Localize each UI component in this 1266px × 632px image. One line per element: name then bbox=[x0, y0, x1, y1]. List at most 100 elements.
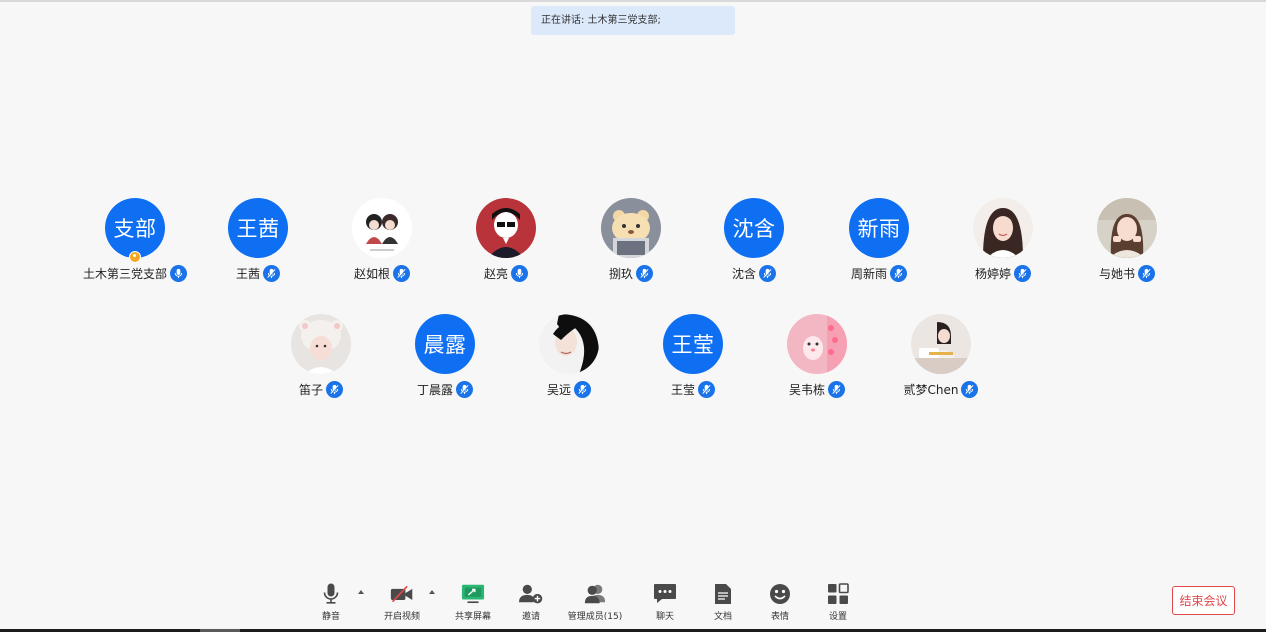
avatar-initials: 晨露 bbox=[415, 314, 475, 374]
participant-tile[interactable]: 吴韦栋 bbox=[755, 314, 879, 409]
mic-muted-icon[interactable] bbox=[1138, 264, 1155, 282]
participant-name: 吴韦栋 bbox=[788, 382, 825, 397]
participant-tile[interactable]: 沈含 沈含 bbox=[692, 198, 816, 293]
avatar-photo bbox=[539, 314, 599, 374]
participant-name: 沈含 bbox=[731, 266, 756, 281]
avatar-initials: 支部 bbox=[105, 198, 165, 258]
participant-name: 与她书 bbox=[1098, 266, 1135, 281]
participant-name-row: 丁晨露 bbox=[383, 380, 507, 398]
participant-name: 捌玖 bbox=[608, 266, 633, 281]
video-label: 开启视频 bbox=[383, 612, 420, 622]
emoji-label: 表情 bbox=[770, 612, 789, 622]
avatar-photo bbox=[911, 314, 971, 374]
mic-muted-icon[interactable] bbox=[961, 380, 979, 398]
emoji-button[interactable]: 表情 bbox=[750, 581, 810, 627]
mic-on-icon[interactable] bbox=[511, 264, 528, 282]
documents-label: 文档 bbox=[713, 612, 732, 622]
mic-muted-icon[interactable] bbox=[393, 264, 410, 282]
chat-button[interactable]: 聊天 bbox=[635, 581, 695, 627]
participant-tile[interactable]: 笛子 bbox=[259, 314, 383, 409]
mic-muted-icon[interactable] bbox=[828, 380, 845, 398]
participant-name-row: 贰梦Chen bbox=[879, 380, 1003, 398]
video-button[interactable]: 开启视频 bbox=[372, 581, 432, 627]
avatar-photo bbox=[601, 198, 661, 258]
avatar-photo bbox=[1097, 198, 1157, 258]
participant-tile[interactable]: 赵如根 bbox=[320, 198, 444, 293]
participant-name-row: 吴韦栋 bbox=[755, 380, 879, 398]
participant-name: 土木第三党支部 bbox=[82, 266, 167, 281]
mic-muted-icon[interactable] bbox=[263, 264, 280, 282]
participant-tile[interactable]: 吴远 bbox=[507, 314, 631, 409]
chat-label: 聊天 bbox=[655, 612, 674, 622]
share-screen-button[interactable]: 共享屏幕 bbox=[443, 581, 503, 627]
share-screen-label: 共享屏幕 bbox=[454, 612, 491, 622]
participant-tile[interactable]: 赵亮 bbox=[444, 198, 568, 293]
avatar-photo bbox=[291, 314, 351, 374]
settings-label: 设置 bbox=[828, 612, 847, 622]
settings-icon bbox=[826, 581, 850, 607]
mic-on-icon[interactable] bbox=[170, 264, 187, 282]
mute-button[interactable]: 静音 bbox=[301, 581, 361, 627]
members-icon bbox=[583, 581, 607, 607]
avatar-photo bbox=[973, 198, 1033, 258]
video-options-caret[interactable] bbox=[429, 590, 435, 594]
participant-name-row: 杨婷婷 bbox=[941, 264, 1065, 282]
top-border bbox=[0, 0, 1266, 2]
participant-name-row: 王茜 bbox=[196, 264, 320, 282]
manage-members-label: 管理成员(15) bbox=[567, 612, 623, 622]
microphone-icon bbox=[319, 581, 343, 607]
participant-name-row: 与她书 bbox=[1065, 264, 1189, 282]
host-badge-icon bbox=[129, 251, 141, 263]
mic-muted-icon[interactable] bbox=[890, 264, 907, 282]
participant-tile[interactable]: 王莹 王莹 bbox=[631, 314, 755, 409]
manage-members-button[interactable]: 管理成员(15) bbox=[565, 581, 625, 627]
chat-icon bbox=[653, 581, 677, 607]
participant-name: 杨婷婷 bbox=[974, 266, 1011, 281]
participant-tile[interactable]: 与她书 bbox=[1065, 198, 1189, 293]
emoji-icon bbox=[768, 581, 792, 607]
video-off-icon bbox=[390, 581, 414, 607]
add-user-icon bbox=[519, 581, 543, 607]
invite-label: 邀请 bbox=[521, 612, 540, 622]
participant-name-row: 王莹 bbox=[631, 380, 755, 398]
mic-muted-icon[interactable] bbox=[574, 380, 591, 398]
end-meeting-button[interactable]: 结束会议 bbox=[1172, 586, 1235, 615]
participant-name-row: 周新雨 bbox=[817, 264, 941, 282]
participant-name-row: 沈含 bbox=[692, 264, 816, 282]
settings-button[interactable]: 设置 bbox=[808, 581, 868, 627]
mic-muted-icon[interactable] bbox=[698, 380, 715, 398]
mic-muted-icon[interactable] bbox=[759, 264, 776, 282]
mic-muted-icon[interactable] bbox=[456, 380, 473, 398]
participant-tile[interactable]: 新雨 周新雨 bbox=[817, 198, 941, 293]
participant-name: 笛子 bbox=[298, 382, 323, 397]
avatar-photo bbox=[476, 198, 536, 258]
avatar-initials: 新雨 bbox=[849, 198, 909, 258]
document-icon bbox=[711, 581, 735, 607]
share-screen-icon bbox=[461, 581, 485, 607]
mute-options-caret[interactable] bbox=[358, 590, 364, 594]
participant-tile[interactable]: 贰梦Chen bbox=[879, 314, 1003, 409]
mic-muted-icon[interactable] bbox=[636, 264, 653, 282]
mic-muted-icon[interactable] bbox=[1014, 264, 1031, 282]
documents-button[interactable]: 文档 bbox=[693, 581, 753, 627]
participant-name: 王茜 bbox=[235, 266, 260, 281]
participant-tile[interactable]: 支部土木第三党支部 bbox=[73, 198, 197, 293]
avatar-photo bbox=[352, 198, 412, 258]
invite-button[interactable]: 邀请 bbox=[501, 581, 561, 627]
participant-tile[interactable]: 王茜 王茜 bbox=[196, 198, 320, 293]
participant-name-row: 赵如根 bbox=[320, 264, 444, 282]
participant-name: 丁晨露 bbox=[416, 382, 453, 397]
participant-name-row: 吴远 bbox=[507, 380, 631, 398]
participant-tile[interactable]: 捌玖 bbox=[569, 198, 693, 293]
mic-muted-icon[interactable] bbox=[326, 380, 343, 398]
participant-name-row: 捌玖 bbox=[569, 264, 693, 282]
mute-label: 静音 bbox=[321, 612, 340, 622]
participant-name-row: 赵亮 bbox=[444, 264, 568, 282]
participant-name: 吴远 bbox=[546, 382, 571, 397]
avatar-initials: 王莹 bbox=[663, 314, 723, 374]
participant-name-row: 笛子 bbox=[259, 380, 383, 398]
participant-tile[interactable]: 杨婷婷 bbox=[941, 198, 1065, 293]
participant-name: 赵亮 bbox=[483, 266, 508, 281]
participant-tile[interactable]: 晨露 丁晨露 bbox=[383, 314, 507, 409]
speaking-indicator: 正在讲话: 土木第三党支部; bbox=[531, 6, 735, 35]
